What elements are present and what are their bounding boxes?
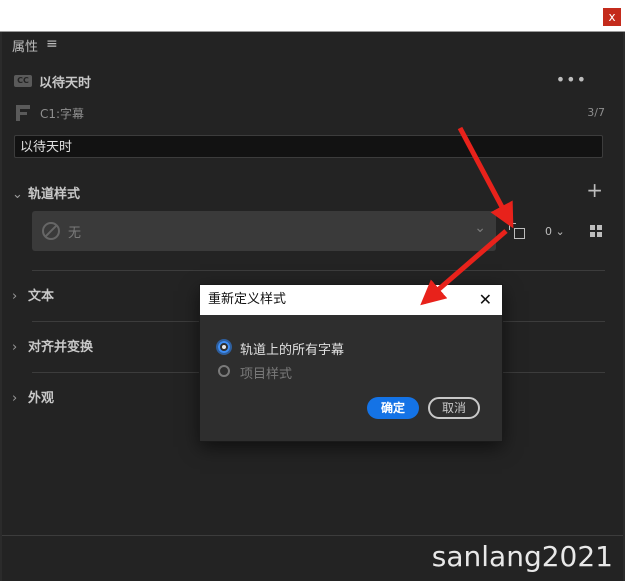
- add-style-icon[interactable]: +: [586, 180, 603, 200]
- window-titlebar: x: [0, 0, 625, 32]
- caption-counter: 3/7: [587, 106, 605, 119]
- close-icon[interactable]: ✕: [479, 285, 492, 315]
- hamburger-icon[interactable]: ≡: [46, 36, 58, 52]
- chevron-right-icon: ›: [12, 340, 18, 355]
- chevron-down-icon: ⌄: [474, 220, 486, 236]
- panel-title: 属性: [12, 40, 39, 55]
- watermark: sanlang2021: [431, 540, 613, 573]
- radio-unselected-icon: [218, 365, 230, 377]
- caption-track-icon: [16, 105, 30, 121]
- cc-badge-icon: CC: [14, 75, 32, 87]
- track-style-dropdown[interactable]: 无 ⌄: [32, 211, 496, 251]
- section-appearance[interactable]: › 外观: [12, 387, 54, 406]
- window-close-button[interactable]: x: [603, 8, 621, 26]
- chevron-down-icon: ⌄: [12, 187, 23, 202]
- radio-selected-icon: [218, 341, 230, 353]
- section-align-transform[interactable]: › 对齐并变换: [12, 336, 93, 355]
- track-name: C1:字幕: [40, 107, 85, 121]
- caption-text-input[interactable]: 以待天时: [14, 135, 603, 158]
- style-count-dropdown[interactable]: 0 ⌄: [545, 225, 565, 238]
- track-style-value: 无: [68, 226, 82, 241]
- more-horizontal-icon[interactable]: •••: [556, 70, 587, 89]
- chevron-right-icon: ›: [12, 289, 18, 304]
- grid-icon[interactable]: [590, 225, 602, 237]
- dialog-title: 重新定义样式: [200, 285, 502, 315]
- redefine-style-dialog: 重新定义样式 ✕ 轨道上的所有字幕 项目样式 确定 取消: [200, 285, 502, 441]
- ok-button[interactable]: 确定: [367, 397, 419, 419]
- chevron-right-icon: ›: [12, 391, 18, 406]
- cancel-button[interactable]: 取消: [428, 397, 480, 419]
- no-style-icon: [42, 222, 60, 240]
- section-track-style[interactable]: ⌄ 轨道样式: [12, 183, 80, 202]
- clip-title: 以待天时: [39, 76, 92, 91]
- section-text[interactable]: › 文本: [12, 285, 54, 304]
- push-style-icon[interactable]: [509, 223, 525, 239]
- divider: [32, 270, 605, 271]
